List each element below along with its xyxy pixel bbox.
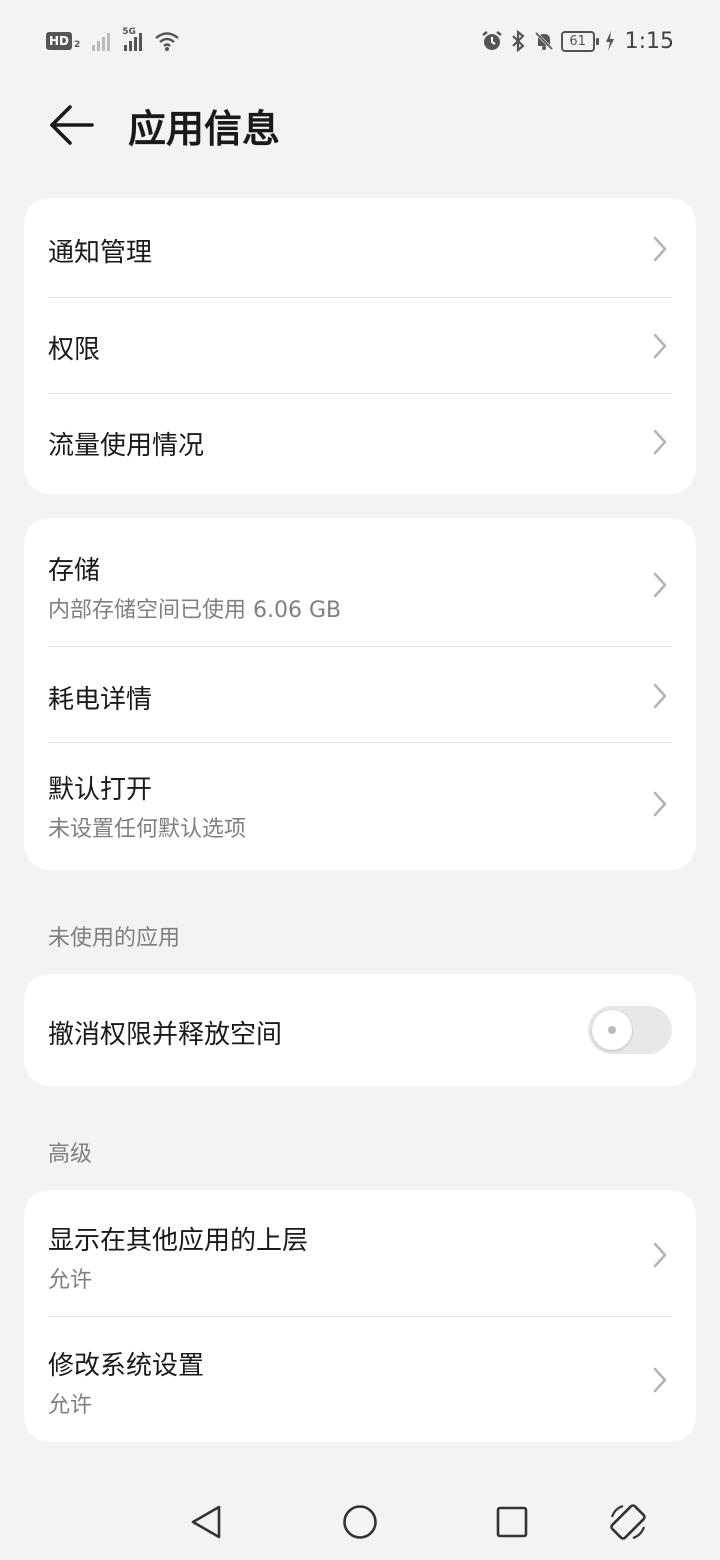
- item-subtitle: 允许: [48, 1268, 93, 1293]
- item-title: 流量使用情况: [48, 431, 205, 461]
- hd-sub: 2: [74, 40, 81, 50]
- back-arrow-icon[interactable]: [48, 102, 98, 148]
- system-navigation-bar: [0, 1480, 720, 1560]
- settings-card-1: 通知管理 权限 流量使用情况: [24, 198, 696, 494]
- chevron-right-icon: [653, 236, 667, 262]
- hd-badge: HD: [46, 32, 73, 50]
- home-circle-icon[interactable]: [340, 1502, 380, 1542]
- settings-item-revoke-permissions[interactable]: 撤消权限并释放空间: [48, 974, 672, 1086]
- item-title: 存储: [48, 556, 101, 586]
- item-title: 通知管理: [48, 238, 153, 268]
- settings-item-data-usage[interactable]: 流量使用情况: [48, 394, 672, 494]
- signal-sim1-icon: [92, 31, 111, 51]
- item-title: 撤消权限并释放空间: [48, 1020, 283, 1050]
- mute-icon: [534, 31, 553, 51]
- status-bar: HD 2 5G 61 1:15: [0, 0, 720, 80]
- network-type: 5G: [122, 27, 136, 37]
- chevron-right-icon: [653, 683, 667, 709]
- chevron-right-icon: [653, 572, 667, 598]
- settings-card-4: 显示在其他应用的上层 允许 修改系统设置 允许: [24, 1190, 696, 1442]
- revoke-permissions-toggle[interactable]: [588, 1006, 672, 1054]
- item-title: 耗电详情: [48, 685, 153, 715]
- item-title: 权限: [48, 335, 101, 365]
- chevron-right-icon: [653, 429, 667, 455]
- back-triangle-icon[interactable]: [186, 1502, 226, 1542]
- item-title: 默认打开: [48, 775, 153, 805]
- settings-item-notifications[interactable]: 通知管理: [48, 198, 672, 296]
- chevron-right-icon: [653, 1242, 667, 1268]
- settings-item-permissions[interactable]: 权限: [48, 298, 672, 394]
- settings-item-display-over-apps[interactable]: 显示在其他应用的上层 允许: [48, 1190, 672, 1316]
- section-label-unused-apps: 未使用的应用: [48, 926, 181, 951]
- rotate-icon[interactable]: [608, 1502, 648, 1542]
- status-right: 61 1:15: [481, 28, 674, 54]
- recents-square-icon[interactable]: [492, 1502, 532, 1542]
- item-subtitle: 内部存储空间已使用 6.06 GB: [48, 598, 342, 623]
- battery-indicator: 61: [560, 30, 599, 52]
- settings-card-2: 存储 内部存储空间已使用 6.06 GB 耗电详情 默认打开 未设置任何默认选项: [24, 518, 696, 870]
- wifi-icon: [155, 32, 180, 51]
- settings-item-open-by-default[interactable]: 默认打开 未设置任何默认选项: [48, 743, 672, 870]
- clock: 1:15: [624, 28, 674, 54]
- item-subtitle: 允许: [48, 1393, 93, 1418]
- toggle-dot: [608, 1026, 616, 1034]
- settings-item-storage[interactable]: 存储 内部存储空间已使用 6.06 GB: [48, 518, 672, 646]
- section-label-advanced: 高级: [48, 1142, 93, 1167]
- chevron-right-icon: [653, 1367, 667, 1393]
- toggle-knob: [592, 1010, 632, 1050]
- alarm-icon: [481, 31, 502, 50]
- item-subtitle: 未设置任何默认选项: [48, 817, 247, 842]
- settings-item-battery-usage[interactable]: 耗电详情: [48, 647, 672, 742]
- app-bar: 应用信息: [0, 90, 720, 160]
- settings-item-modify-system-settings[interactable]: 修改系统设置 允许: [48, 1317, 672, 1442]
- chevron-right-icon: [653, 333, 667, 359]
- signal-sim2-icon: 5G: [122, 27, 143, 51]
- bluetooth-icon: [511, 29, 525, 53]
- page-title: 应用信息: [128, 107, 281, 151]
- chevron-right-icon: [653, 791, 667, 817]
- charging-icon: [605, 31, 614, 51]
- item-title: 显示在其他应用的上层: [48, 1226, 309, 1256]
- status-left: HD 2 5G: [46, 27, 180, 54]
- settings-card-3: 撤消权限并释放空间: [24, 974, 696, 1086]
- item-title: 修改系统设置: [48, 1351, 205, 1381]
